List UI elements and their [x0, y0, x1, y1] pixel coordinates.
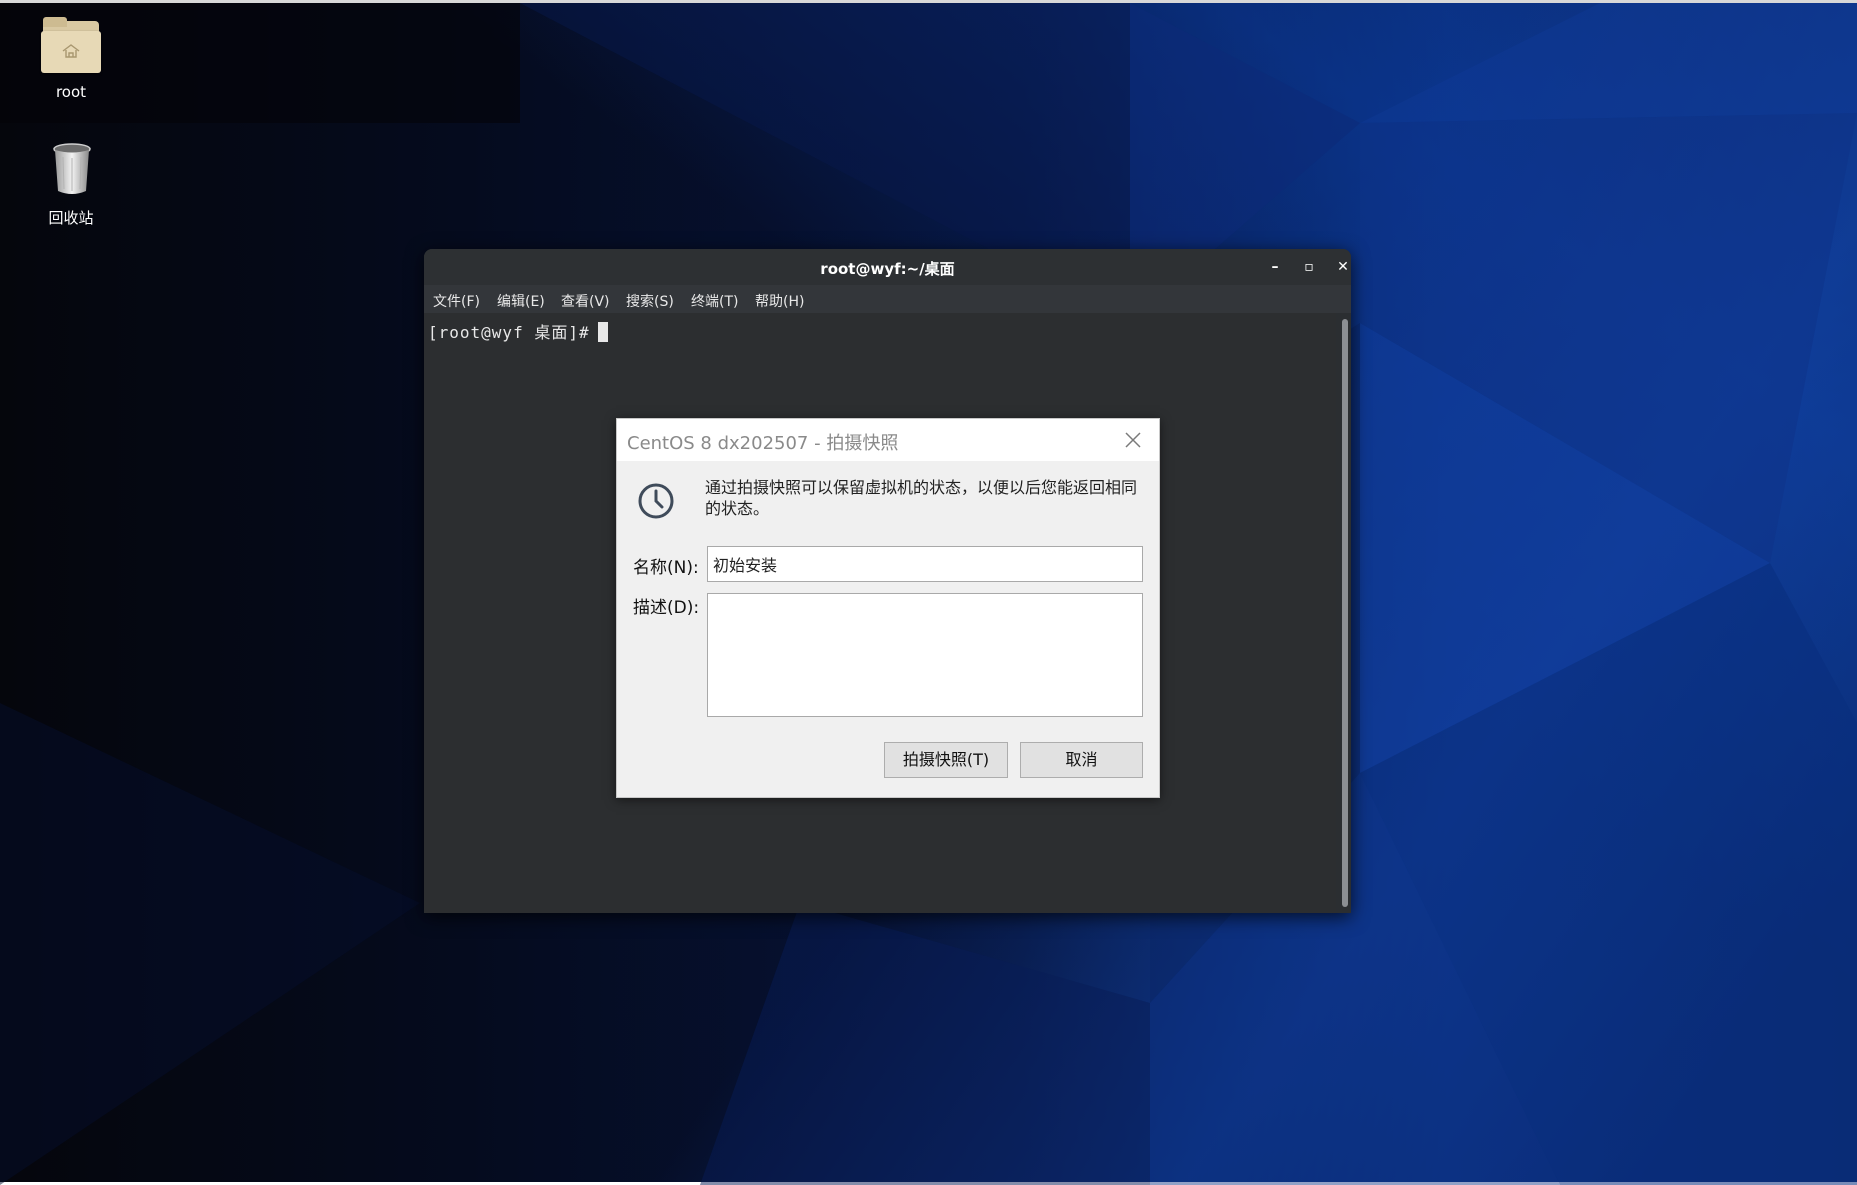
- desktop-icon-root[interactable]: root: [21, 17, 121, 101]
- snapshot-name-input[interactable]: [707, 546, 1143, 582]
- prompt-text: [root@wyf 桌面]#: [428, 323, 590, 342]
- snapshot-dialog[interactable]: CentOS 8 dx202507 - 拍摄快照 通过拍摄快照可以保留虚拟机的状…: [616, 418, 1160, 798]
- desktop-icon-label: 回收站: [48, 209, 94, 227]
- menu-help[interactable]: 帮助(H): [755, 291, 804, 311]
- cancel-button[interactable]: 取消: [1020, 742, 1143, 778]
- close-button[interactable]: ✕: [1333, 257, 1351, 277]
- name-label: 名称(N):: [633, 558, 699, 578]
- dialog-description: 通过拍摄快照可以保留虚拟机的状态，以便以后您能返回相同的状态。: [705, 478, 1138, 518]
- close-icon[interactable]: [1121, 428, 1145, 452]
- menu-file[interactable]: 文件(F): [433, 291, 480, 311]
- minimize-button[interactable]: –: [1265, 257, 1285, 277]
- shell-prompt: [root@wyf 桌面]#: [428, 319, 608, 343]
- trash-icon: [41, 141, 101, 201]
- text-cursor: [597, 322, 608, 342]
- desktop: root 回收站 root@wyf:~/桌面 – ▫ ✕ 文件(F) 编辑(E)…: [0, 0, 1857, 1185]
- menu-search[interactable]: 搜索(S): [626, 291, 674, 311]
- terminal-titlebar[interactable]: root@wyf:~/桌面 – ▫ ✕: [424, 249, 1351, 285]
- snapshot-description-input[interactable]: [707, 593, 1143, 717]
- menu-terminal[interactable]: 终端(T): [691, 291, 738, 311]
- dialog-titlebar[interactable]: CentOS 8 dx202507 - 拍摄快照: [617, 419, 1159, 461]
- home-folder-icon: [41, 17, 101, 77]
- clock-icon: [638, 483, 674, 519]
- description-label: 描述(D):: [633, 598, 700, 618]
- menu-edit[interactable]: 编辑(E): [497, 291, 545, 311]
- take-snapshot-button[interactable]: 拍摄快照(T): [884, 742, 1008, 778]
- window-title: root@wyf:~/桌面: [820, 260, 955, 278]
- desktop-icon-label: root: [55, 83, 87, 101]
- dialog-title: CentOS 8 dx202507 - 拍摄快照: [627, 433, 899, 454]
- maximize-button[interactable]: ▫: [1299, 257, 1319, 277]
- desktop-icon-trash[interactable]: 回收站: [21, 141, 121, 228]
- menu-view[interactable]: 查看(V): [561, 291, 610, 311]
- terminal-menubar: 文件(F) 编辑(E) 查看(V) 搜索(S) 终端(T) 帮助(H): [424, 285, 1351, 313]
- terminal-scrollbar[interactable]: [1342, 319, 1348, 907]
